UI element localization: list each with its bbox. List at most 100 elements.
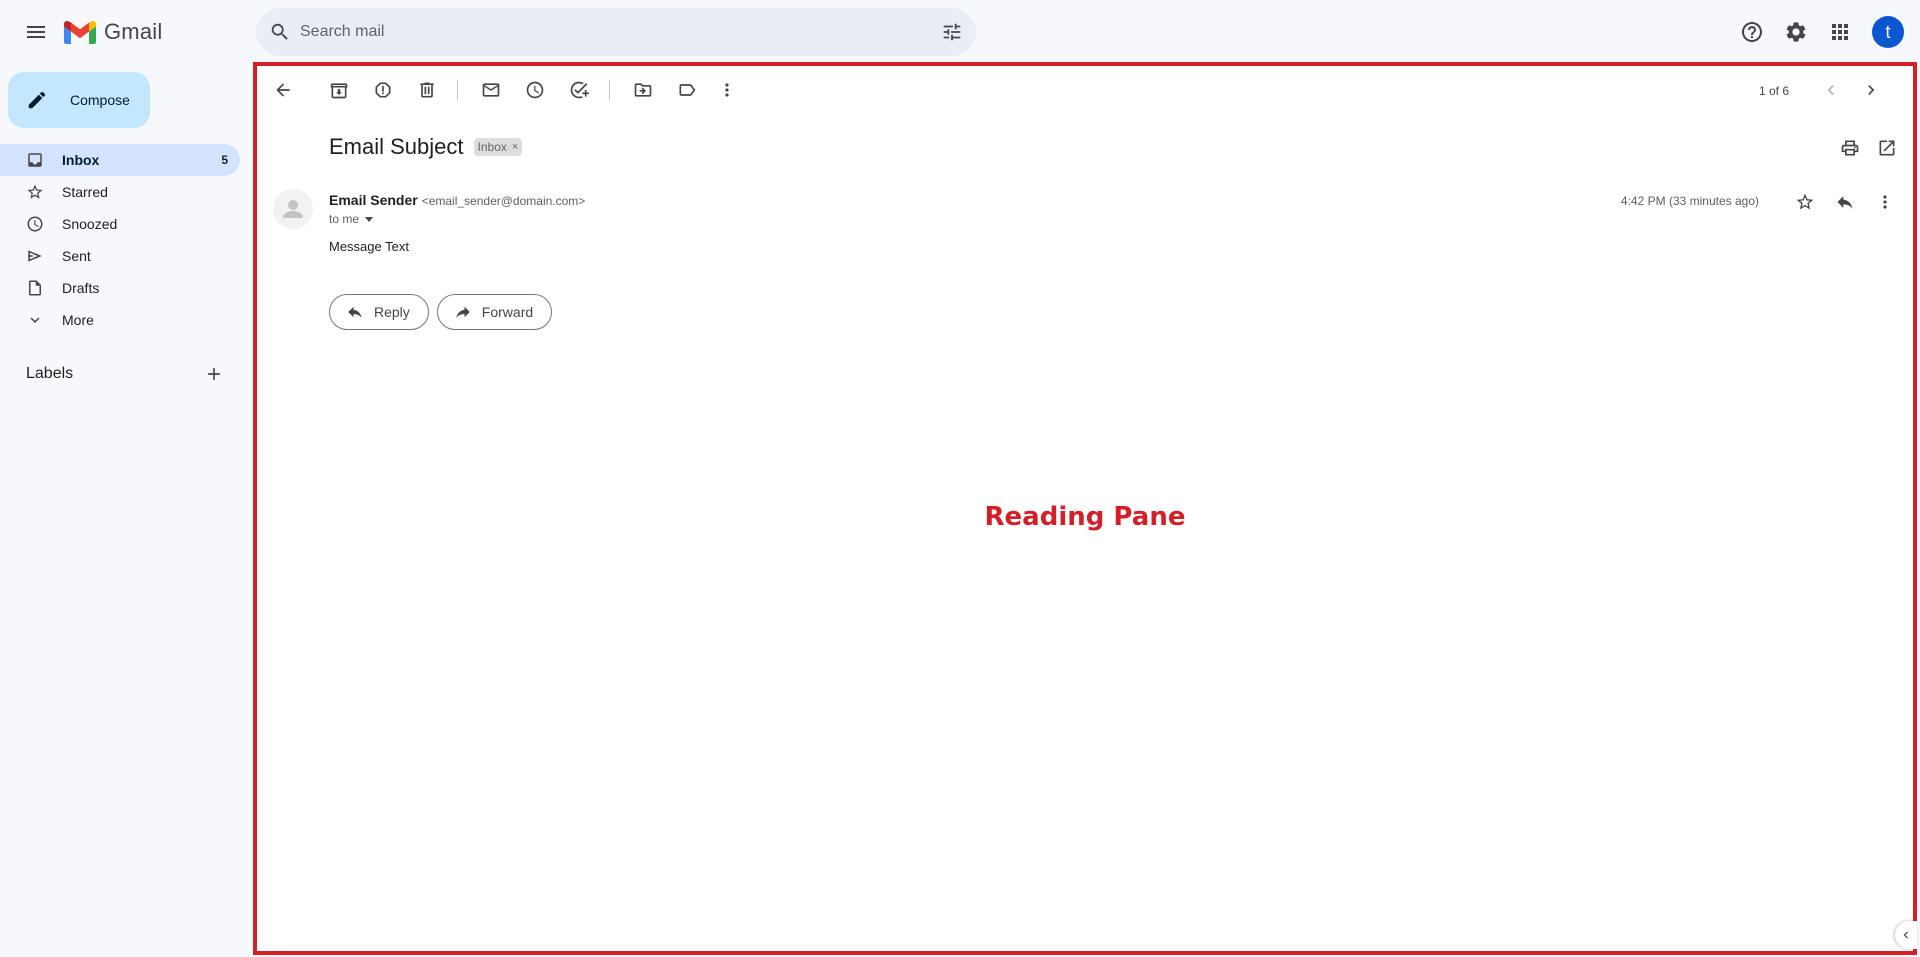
archive-button[interactable] <box>321 72 357 108</box>
toolbar-divider <box>609 80 610 100</box>
sidebar-item-sent[interactable]: Sent <box>0 240 240 272</box>
labels-button[interactable] <box>669 72 705 108</box>
top-bar: Gmail t <box>0 0 1920 64</box>
print-icon <box>1841 140 1859 156</box>
more-actions-button[interactable] <box>709 72 745 108</box>
mark-unread-button[interactable] <box>473 72 509 108</box>
message-more-button[interactable] <box>1865 182 1905 222</box>
labels-heading: Labels <box>26 365 74 382</box>
help-icon <box>1742 22 1762 42</box>
plus-icon <box>208 368 220 380</box>
caret-down-icon <box>365 216 374 222</box>
compose-label: Compose <box>70 92 130 108</box>
sender-line: Email Sender <email_sender@domain.com> <box>329 192 585 208</box>
account-avatar[interactable]: t <box>1872 16 1904 48</box>
chevron-right-icon <box>1868 85 1875 95</box>
trash-icon <box>420 82 434 98</box>
chevron-left-icon <box>1903 931 1908 939</box>
side-panel-toggle[interactable] <box>1895 921 1917 949</box>
reply-label: Reply <box>374 304 410 320</box>
filter-options-icon <box>943 23 961 41</box>
message-actions <box>1785 182 1905 222</box>
clock-icon <box>27 216 43 232</box>
sidebar-item-label: Drafts <box>62 280 100 296</box>
search-input[interactable] <box>300 8 900 56</box>
more-vert-icon <box>725 83 729 97</box>
pencil-icon <box>28 91 46 109</box>
delete-button[interactable] <box>409 72 445 108</box>
reply-icon <box>1837 196 1853 209</box>
gmail-wordmark: Gmail <box>104 19 163 44</box>
recipient-details-toggle[interactable]: to me <box>329 212 374 226</box>
clock-icon <box>526 81 544 99</box>
draft-icon <box>29 280 41 296</box>
sidebar-item-label: Starred <box>62 184 108 200</box>
create-label-button[interactable] <box>200 360 228 388</box>
recipient-text: to me <box>329 212 360 226</box>
print-button[interactable] <box>1832 130 1868 166</box>
search-button[interactable] <box>260 12 300 52</box>
gmail-logo[interactable]: Gmail <box>64 16 162 48</box>
chevron-left-icon <box>1827 85 1834 95</box>
archive-icon <box>330 83 348 99</box>
report-spam-button[interactable] <box>365 72 401 108</box>
sidebar-item-more[interactable]: More <box>0 304 240 336</box>
label-chip-text: Inbox <box>477 140 507 154</box>
support-button[interactable] <box>1732 12 1772 52</box>
search-bar <box>256 8 976 56</box>
sender-name[interactable]: Email Sender <box>329 192 418 208</box>
labels-section: Labels <box>0 360 240 388</box>
back-button[interactable] <box>265 72 301 108</box>
sidebar-item-inbox[interactable]: Inbox 5 <box>0 144 240 176</box>
forward-icon <box>456 306 470 318</box>
send-icon <box>28 250 42 262</box>
inbox-icon <box>28 153 42 167</box>
forward-label: Forward <box>481 304 534 320</box>
main-menu-button[interactable] <box>14 10 58 54</box>
apps-icon <box>1832 24 1848 40</box>
sender-avatar[interactable] <box>273 189 313 229</box>
reading-pane-annotation: Reading Pane <box>984 502 1186 532</box>
settings-icon <box>1786 22 1806 42</box>
open-in-new-window-button[interactable] <box>1869 130 1905 166</box>
chevron-down-icon <box>30 317 40 323</box>
reply-button[interactable]: Reply <box>329 294 429 330</box>
sidebar-item-label: Snoozed <box>62 216 118 232</box>
sender-email: <email_sender@domain.com> <box>421 194 586 208</box>
add-to-tasks-button[interactable] <box>561 72 597 108</box>
sidebar-item-label: More <box>62 312 94 328</box>
forward-button[interactable]: Forward <box>436 294 553 330</box>
reply-actions: Reply Forward <box>329 294 560 330</box>
email-subject: Email Subject <box>329 134 464 159</box>
compose-button[interactable]: Compose <box>8 72 150 128</box>
open-in-new-icon <box>1879 140 1895 156</box>
sidebar-item-starred[interactable]: Starred <box>0 176 240 208</box>
settings-button[interactable] <box>1776 12 1816 52</box>
toolbar-divider <box>457 80 458 100</box>
newer-button[interactable] <box>1813 72 1849 108</box>
search-icon <box>271 23 288 40</box>
search-options-button[interactable] <box>932 12 972 52</box>
move-to-button[interactable] <box>625 72 661 108</box>
menu-icon <box>27 26 45 38</box>
sidebar-nav: Inbox 5 Starred Snoozed Sent Drafts More <box>0 144 240 336</box>
sidebar-item-snoozed[interactable]: Snoozed <box>0 208 240 240</box>
apps-button[interactable] <box>1820 12 1860 52</box>
reply-icon-button[interactable] <box>1825 182 1865 222</box>
remove-label-icon[interactable]: × <box>512 141 518 153</box>
message-toolbar: 1 of 6 <box>257 66 1913 114</box>
star-icon <box>1796 193 1814 210</box>
older-button[interactable] <box>1853 72 1889 108</box>
message-body: Message Text <box>329 239 409 254</box>
snooze-button[interactable] <box>517 72 553 108</box>
sidebar-item-label: Sent <box>62 248 91 264</box>
reading-pane: 1 of 6 Email Subject Inbox × Email Sende… <box>253 62 1917 955</box>
pagination-text: 1 of 6 <box>1758 84 1789 98</box>
star-button[interactable] <box>1785 182 1825 222</box>
sidebar-item-drafts[interactable]: Drafts <box>0 272 240 304</box>
move-folder-icon <box>634 83 652 97</box>
person-icon <box>283 200 303 218</box>
mail-icon <box>482 83 500 97</box>
label-chip: Inbox × <box>473 138 523 156</box>
sidebar-item-label: Inbox <box>62 152 100 168</box>
